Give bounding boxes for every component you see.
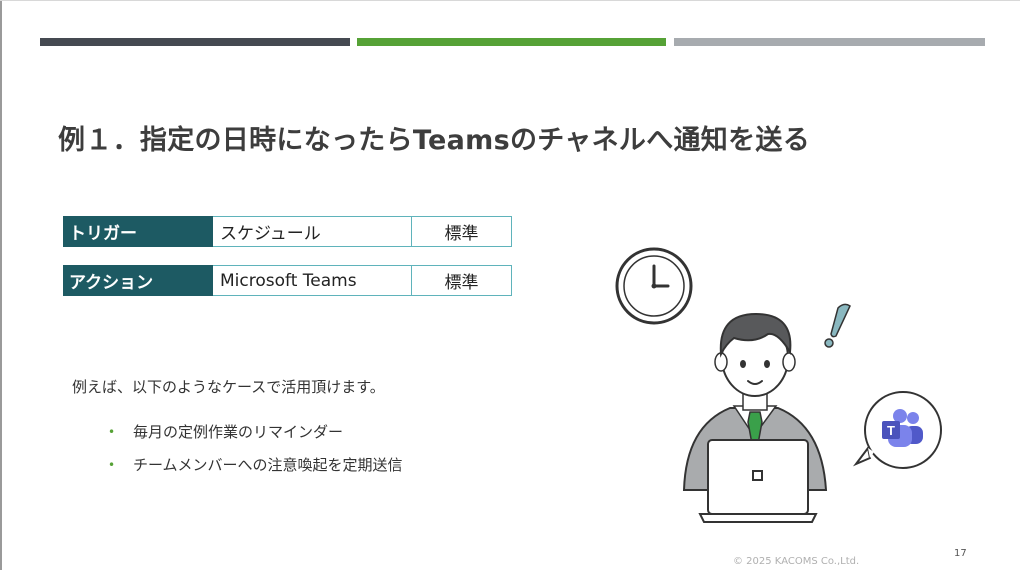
laptop-icon: [698, 439, 818, 523]
header-bar-green: [357, 38, 666, 46]
exclamation-icon: [824, 303, 851, 348]
list-item-text: 毎月の定例作業のリマインダー: [133, 423, 344, 441]
action-connector-cell: Microsoft Teams: [213, 265, 412, 296]
list-item-text: チームメンバーへの注意喚起を定期送信: [133, 456, 403, 474]
trigger-tier-cell: 標準: [412, 216, 512, 247]
left-edge-line: [0, 0, 2, 570]
list-item: • 毎月の定例作業のリマインダー: [108, 420, 403, 453]
intro-text: 例えば、以下のようなケースで活用頂けます。: [72, 378, 385, 396]
clock-icon: [615, 247, 693, 325]
table-row-trigger: トリガー スケジュール 標準: [63, 216, 512, 247]
list-item: • チームメンバーへの注意喚起を定期送信: [108, 453, 403, 486]
copyright-text: © 2025 KACOMS Co.,Ltd.: [733, 556, 860, 567]
action-tier-cell: 標準: [412, 265, 512, 296]
illustration: T: [615, 247, 942, 523]
page-number: 17: [954, 548, 967, 559]
top-edge-line: [0, 0, 1020, 1]
use-case-list: • 毎月の定例作業のリマインダー • チームメンバーへの注意喚起を定期送信: [108, 420, 403, 486]
bullet-dot-icon: •: [108, 458, 116, 472]
teams-logo-letter: T: [887, 423, 895, 438]
header-bar-dark: [40, 38, 350, 46]
header-bar-gray: [674, 38, 985, 46]
slide-title: 例１．指定の日時になったらTeamsのチャネルへ通知を送る: [58, 125, 810, 156]
trigger-connector-cell: スケジュール: [213, 216, 412, 247]
table-row-action: アクション Microsoft Teams 標準: [63, 265, 512, 296]
action-header-cell: アクション: [63, 265, 213, 296]
bullet-dot-icon: •: [108, 425, 116, 439]
trigger-header-cell: トリガー: [63, 216, 213, 247]
